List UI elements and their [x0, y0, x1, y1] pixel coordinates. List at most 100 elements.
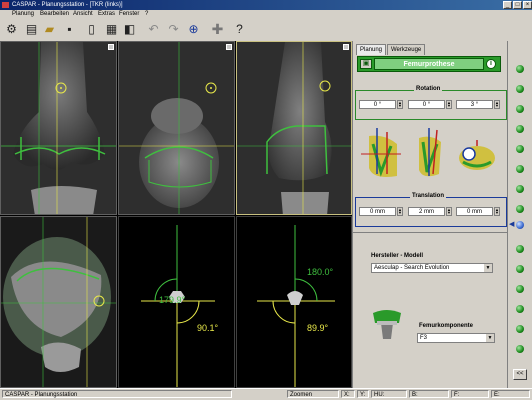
menu-ansicht[interactable]: Ansicht: [73, 10, 93, 19]
panel-title: Femurprothese: [374, 58, 484, 70]
implant-top-view[interactable]: [459, 140, 495, 170]
scan-view-icon[interactable]: ▦: [104, 22, 119, 37]
step-indicator[interactable]: [516, 205, 524, 213]
rotation-x-spin[interactable]: ▲ ▼: [397, 100, 403, 109]
help-pointer-icon[interactable]: ?: [232, 22, 247, 37]
menu-planung[interactable]: Planung: [12, 10, 34, 19]
rotation-z-spin[interactable]: ▲ ▼: [494, 100, 500, 109]
viewport-maximize-icon[interactable]: [108, 44, 114, 50]
tab-planung[interactable]: Planung: [356, 44, 387, 55]
angle-label-179: 179.9°: [159, 295, 186, 305]
status-hu: HU:: [371, 390, 407, 398]
step-indicator[interactable]: [516, 185, 524, 193]
component-select[interactable]: F3 ▼: [417, 333, 495, 343]
coronal-angle-diagram: 179.9° 90.1°: [119, 217, 234, 387]
chevron-down-icon[interactable]: ▼: [486, 334, 494, 342]
axial-ct-image: [119, 42, 234, 214]
step-indicator[interactable]: [516, 125, 524, 133]
viewport-sagittal[interactable]: [236, 41, 352, 215]
tab-werkzeuge[interactable]: Werkzeuge: [387, 44, 426, 55]
viewport-axial-bone[interactable]: [0, 216, 117, 388]
undo-icon[interactable]: ↶: [146, 22, 161, 37]
minimize-button[interactable]: _: [503, 1, 512, 9]
step-indicator[interactable]: [516, 305, 524, 313]
step-indicator[interactable]: [516, 145, 524, 153]
status-bar: CASPAR - Planungsstation Zoomen X: Y: HU…: [0, 388, 532, 400]
step-indicator[interactable]: [516, 325, 524, 333]
sagittal-angle-diagram: 180.0° 89.9°: [237, 217, 351, 387]
redo-icon[interactable]: ↷: [166, 22, 181, 37]
translation-x-spin[interactable]: ▲ ▼: [397, 207, 403, 216]
translation-z-spin[interactable]: ▲ ▼: [494, 207, 500, 216]
menu-extras[interactable]: Extras: [98, 10, 115, 19]
info-icon[interactable]: i: [486, 59, 496, 69]
implant-views: [361, 128, 495, 177]
step-indicator[interactable]: [516, 265, 524, 273]
viewport-coronal[interactable]: [0, 41, 117, 215]
menu-bar: Planung Bearbeiten Ansicht Extras Fenste…: [0, 10, 532, 19]
translation-group: Translation 0 mm ▲ ▼ 2 mm ▲ ▼ 0 mm ▲ ▼: [355, 193, 507, 227]
angle-label-180: 180.0°: [307, 267, 334, 277]
implant-side-view[interactable]: [419, 128, 441, 177]
rotation-y-spin[interactable]: ▲ ▼: [446, 100, 452, 109]
add-icon[interactable]: ✚: [210, 22, 225, 37]
menu-bearbeiten[interactable]: Bearbeiten: [40, 10, 69, 19]
rotation-group: Rotation 0 ° ▲ ▼ 0 ° ▲ ▼ 3 ° ▲ ▼: [355, 86, 507, 120]
sagittal-ct-image: [237, 42, 351, 214]
close-button[interactable]: ×: [523, 1, 532, 9]
viewer-icon[interactable]: ◧: [122, 22, 137, 37]
new-document-icon[interactable]: ▤: [24, 22, 39, 37]
step-indicator[interactable]: [516, 285, 524, 293]
lock-icon[interactable]: ▣: [360, 59, 372, 69]
status-y: Y:: [357, 390, 369, 398]
target-icon[interactable]: ⊕: [186, 22, 201, 37]
open-folder-icon[interactable]: ▰: [42, 22, 57, 37]
collapse-button[interactable]: <<: [513, 369, 527, 380]
implant-front-view[interactable]: [361, 128, 401, 177]
planning-panel: Planung Werkzeuge ▣ Femurprothese i Rota…: [352, 41, 508, 388]
image-viewer: 179.9° 90.1° 180.0° 89.9°: [0, 41, 352, 388]
rotation-z-field[interactable]: 3 °: [456, 100, 493, 109]
axial-bone-image: [1, 217, 116, 387]
rotation-y-field[interactable]: 0 °: [408, 100, 445, 109]
step-indicator[interactable]: [516, 105, 524, 113]
translation-x-field[interactable]: 0 mm: [359, 207, 396, 216]
step-indicator-active[interactable]: [516, 221, 524, 229]
chevron-down-icon[interactable]: ▼: [484, 264, 492, 272]
viewport-maximize-icon[interactable]: [343, 44, 349, 50]
save-icon[interactable]: ▪: [62, 22, 77, 37]
step-indicator[interactable]: [516, 345, 524, 353]
viewport-coronal-angle[interactable]: 179.9° 90.1°: [118, 216, 235, 388]
viewport-maximize-icon[interactable]: [226, 44, 232, 50]
separator: [353, 232, 507, 233]
app-icon: [2, 2, 9, 8]
status-e: E:: [491, 390, 530, 398]
translation-y-spin[interactable]: ▲ ▼: [446, 207, 452, 216]
menu-fenster[interactable]: Fenster: [119, 10, 139, 19]
femoral-component-icon: [373, 310, 401, 339]
translation-title: Translation: [410, 193, 447, 199]
step-indicator[interactable]: [516, 65, 524, 73]
status-b: B:: [409, 390, 449, 398]
menu-help[interactable]: ?: [145, 10, 148, 19]
maximize-button[interactable]: □: [513, 1, 522, 9]
step-indicator[interactable]: [516, 85, 524, 93]
window-icon[interactable]: ▯: [84, 22, 99, 37]
title-bar: CASPAR - Planungsstation - [TKR (links)]…: [0, 0, 532, 10]
plan-icon[interactable]: ⚙: [4, 22, 19, 37]
component-label: Femurkomponente: [419, 323, 474, 329]
step-indicator[interactable]: [516, 165, 524, 173]
viewport-axial[interactable]: [118, 41, 235, 215]
component-value: F3: [420, 335, 428, 341]
current-step-arrow-icon: ◀: [509, 221, 515, 228]
viewport-sagittal-angle[interactable]: 180.0° 89.9°: [236, 216, 352, 388]
rotation-title: Rotation: [414, 86, 443, 92]
step-indicator[interactable]: [516, 245, 524, 253]
translation-z-field[interactable]: 0 mm: [456, 207, 493, 216]
translation-y-field[interactable]: 2 mm: [408, 207, 445, 216]
coronal-ct-image: [1, 42, 116, 214]
manufacturer-select[interactable]: Aesculap - Search Evolution ▼: [371, 263, 493, 273]
rotation-x-field[interactable]: 0 °: [359, 100, 396, 109]
status-app: CASPAR - Planungsstation: [2, 390, 232, 398]
angle-label-89-9: 89.9°: [307, 323, 329, 333]
